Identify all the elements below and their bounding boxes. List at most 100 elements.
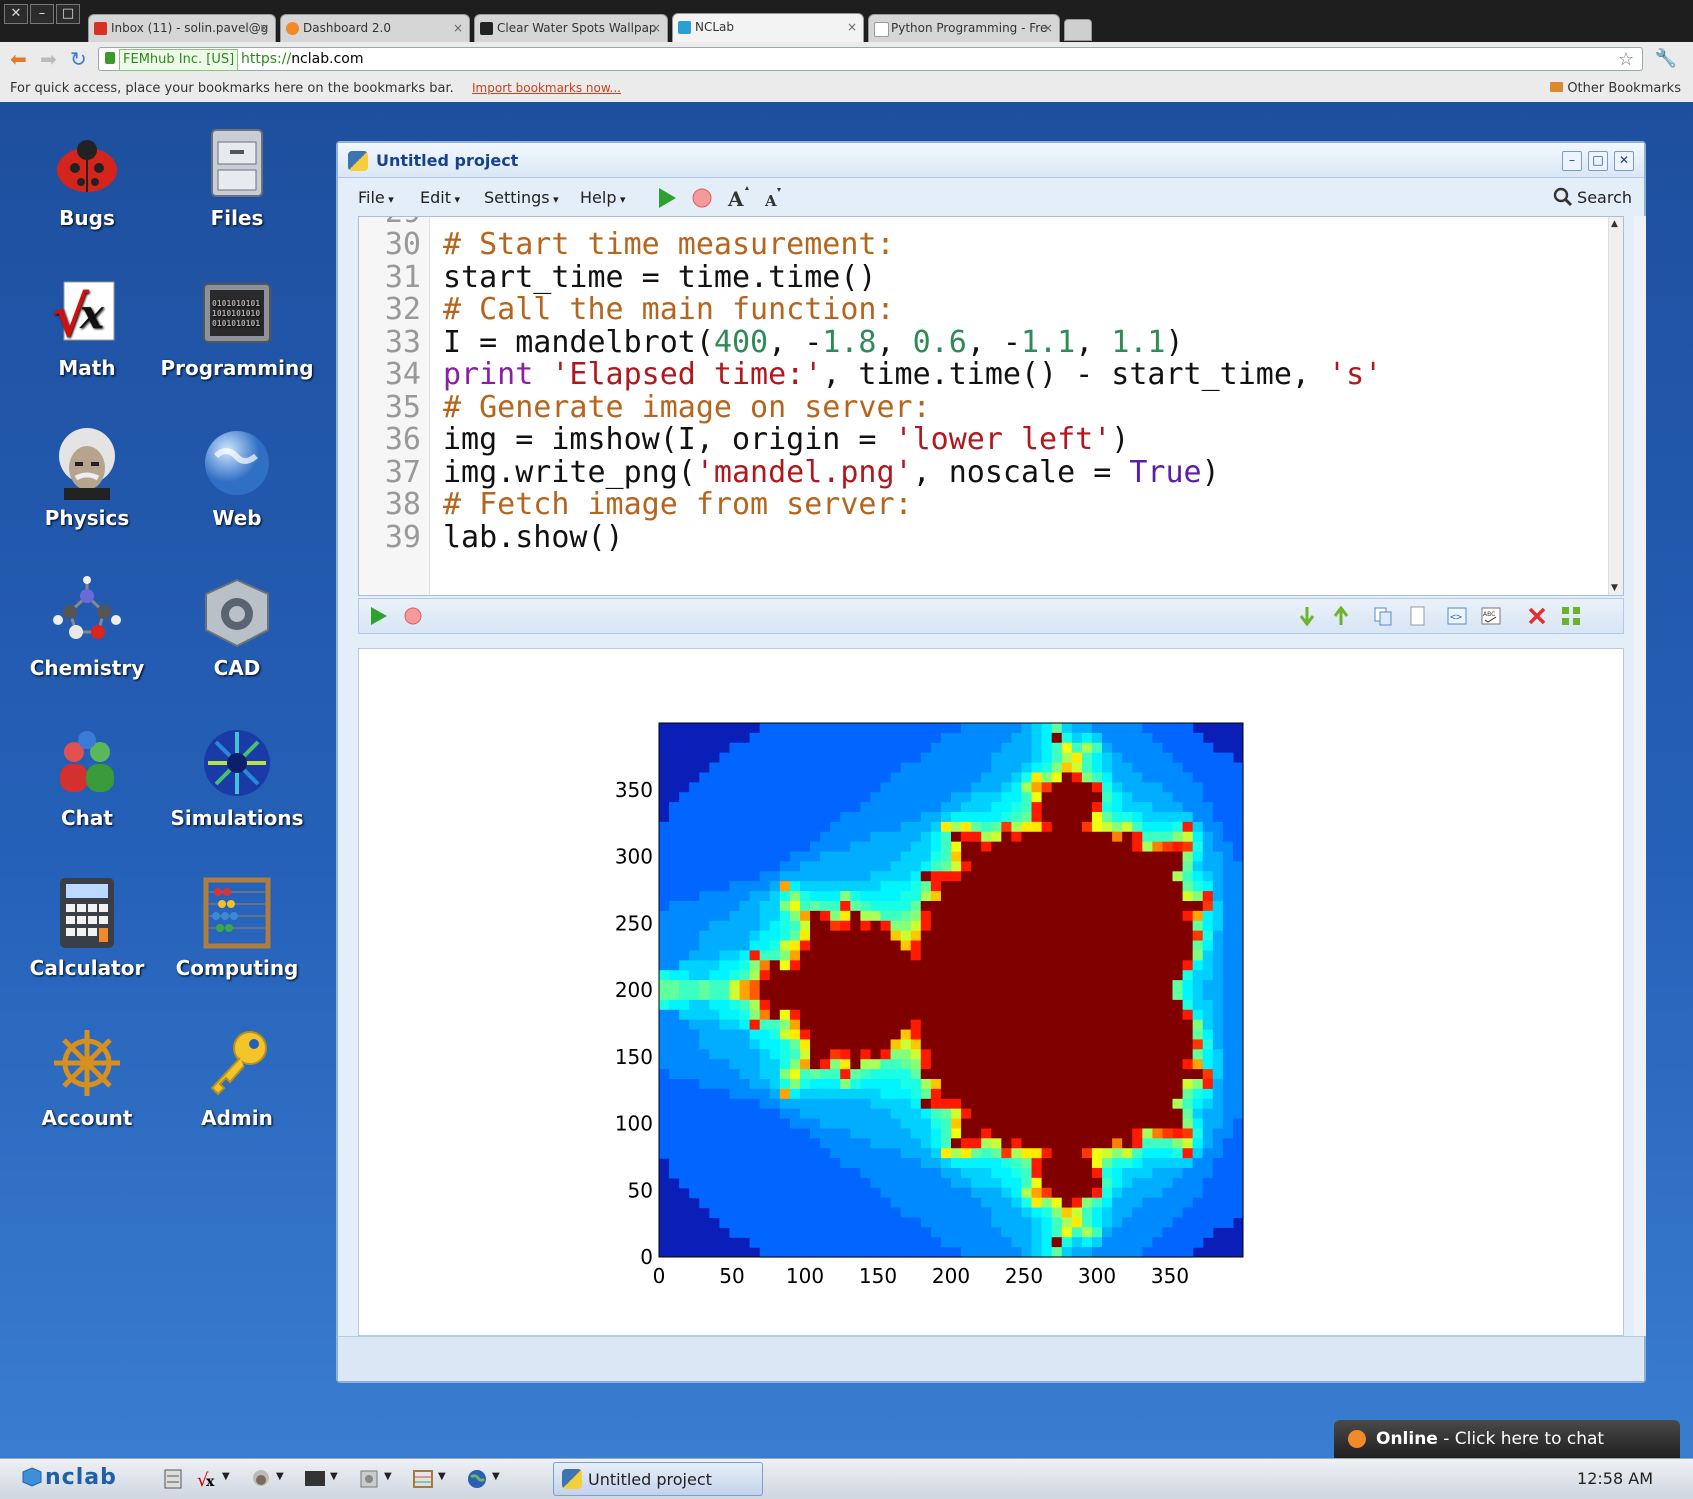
window-minimize-button[interactable]: – [30,4,54,24]
chevron-down-icon[interactable]: ▼ [384,1471,392,1482]
code-editor[interactable]: 2930313233343536373839 # Start time meas… [358,216,1624,596]
heatmap-cell [860,821,872,833]
tab-close-icon[interactable]: × [259,21,269,35]
code-line[interactable]: # Generate image on server: [443,390,931,425]
scroll-down-icon[interactable]: ▼ [1611,583,1618,593]
reload-icon[interactable]: ↻ [70,47,87,71]
heatmap-cell [1212,950,1224,961]
heatmap-cell [1051,1177,1063,1189]
forward-arrow-icon[interactable]: ➡ [40,47,57,71]
desktop-icon-chemistry[interactable]: Chemistry [2,576,172,680]
code-line[interactable]: # Fetch image from server: [443,487,913,522]
editor-scrollbar[interactable]: ▲ ▼ [1608,217,1623,595]
desktop-icon-chat[interactable]: Chat [2,726,172,830]
tab-close-icon[interactable]: × [453,21,463,35]
browser-tab-nclab[interactable]: NCLab × [672,13,864,43]
chevron-down-icon[interactable]: ▼ [330,1471,338,1482]
files-quick-icon[interactable] [162,1468,184,1490]
tab-close-icon[interactable]: × [1043,21,1053,35]
stop-cell-icon[interactable] [403,606,423,626]
desktop-icon-admin[interactable]: Admin [152,1026,322,1130]
desktop-icon-calculator[interactable]: Calculator [2,876,172,980]
code-line[interactable]: img = imshow(I, origin = 'lower left') [443,422,1129,457]
menu-edit[interactable]: Edit [420,188,460,207]
stop-icon[interactable] [690,186,714,210]
physics-quick-icon[interactable] [250,1468,272,1490]
code-line[interactable]: print 'Elapsed time:', time.time() - sta… [443,357,1382,392]
other-bookmarks-button[interactable]: Other Bookmarks [1550,81,1681,96]
chevron-down-icon[interactable]: ▼ [276,1471,284,1482]
code-line[interactable]: start_time = time.time() [443,260,876,295]
code-line[interactable]: I = mandelbrot(400, -1.8, 0.6, -1.1, 1.1… [443,325,1184,360]
new-page-icon[interactable] [1407,606,1427,626]
code-line[interactable]: lab.show() [443,520,624,555]
desktop-icon-bugs[interactable]: Bugs [2,126,172,230]
x-tick-label: 200 [932,1264,970,1288]
scroll-up-icon[interactable]: ▲ [1611,219,1618,229]
math-quick-icon[interactable]: √x [196,1468,218,1490]
desktop-icon-computing[interactable]: Computing [152,876,322,980]
nclab-logo[interactable]: nclab [22,1465,117,1490]
code-line[interactable]: # Start time measurement: [443,227,895,262]
desktop-icon-math[interactable]: √ x Math [2,276,172,380]
run-cell-icon[interactable] [369,606,389,626]
spellcheck-icon[interactable]: ABC [1481,606,1501,626]
chevron-down-icon[interactable]: ▼ [222,1471,230,1482]
heatmap-cell [729,990,741,1001]
window-close-button[interactable]: ✕ [4,4,28,24]
desktop-icon-label: Physics [44,506,130,530]
import-bookmarks-link[interactable]: Import bookmarks now... [472,81,621,95]
move-up-icon[interactable] [1331,606,1351,626]
web-quick-icon[interactable] [466,1468,488,1490]
font-increase-icon[interactable]: A [726,186,752,210]
address-bar[interactable]: FEMhub Inc. [US] https://nclab.com ☆ [98,47,1643,71]
heatmap-cell [890,930,902,942]
font-decrease-icon[interactable]: A [762,186,786,210]
desktop-icon-files[interactable]: Files [152,126,322,230]
tab-close-icon[interactable]: × [847,20,857,34]
move-down-icon[interactable] [1297,606,1317,626]
minimize-button[interactable]: – [1562,151,1582,171]
window-maximize-button[interactable]: □ [56,4,80,24]
expand-icon[interactable] [1561,606,1581,626]
desktop-icon-account[interactable]: Account [2,1026,172,1130]
desktop-icon-web[interactable]: Web [152,426,322,530]
browser-tab-gmail[interactable]: Inbox (11) - solin.pavel@g × [88,14,276,42]
maximize-button[interactable]: □ [1588,151,1608,171]
browser-tab-dashboard[interactable]: Dashboard 2.0 × [280,14,470,42]
url-text[interactable]: https://nclab.com [241,48,363,71]
taskbar-window-button[interactable]: Untitled project [553,1462,763,1496]
chat-popup[interactable]: Online - Click here to chat [1334,1420,1680,1458]
code-line[interactable]: img.write_png('mandel.png', noscale = Tr… [443,455,1220,490]
wrench-icon[interactable]: 🔧 [1655,48,1677,69]
new-tab-button[interactable] [1064,19,1092,41]
desktop-icon-cad[interactable]: CAD [152,576,322,680]
browser-tab-wallpaper[interactable]: Clear Water Spots Wallpap × [474,14,668,42]
delete-cell-icon[interactable] [1527,606,1547,626]
run-icon[interactable] [656,186,678,210]
search-button[interactable]: Search [1553,187,1632,207]
copy-icon[interactable] [1373,606,1393,626]
bookmark-star-icon[interactable]: ☆ [1618,48,1634,71]
cad-quick-icon[interactable] [358,1468,380,1490]
output-scrollbar[interactable] [1634,216,1646,1336]
menu-file[interactable]: File [358,188,394,207]
code-line[interactable]: # Call the main function: [443,292,895,327]
window-title-bar[interactable]: Untitled project – □ ✕ [338,143,1644,178]
heatmap-cell [1122,891,1133,902]
desktop-icon-physics[interactable]: Physics [2,426,172,530]
desktop-icon-simulations[interactable]: Simulations [152,726,322,830]
back-arrow-icon[interactable]: ⬅ [10,47,27,71]
chevron-down-icon[interactable]: ▼ [492,1471,500,1482]
programming-quick-icon[interactable] [304,1468,326,1490]
code-view-icon[interactable]: <> [1447,606,1467,626]
browser-tab-python[interactable]: Python Programming - Fre × [868,14,1060,42]
tab-close-icon[interactable]: × [651,21,661,35]
close-button[interactable]: ✕ [1614,151,1634,171]
chevron-down-icon[interactable]: ▼ [438,1471,446,1482]
desktop-icon-programming[interactable]: 0101010101 1010101010 0101010101 Programmin… [152,276,322,380]
heatmap-cell [1051,752,1063,764]
menu-settings[interactable]: Settings [484,188,559,207]
computing-quick-icon[interactable] [412,1468,434,1490]
menu-help[interactable]: Help [580,188,626,207]
